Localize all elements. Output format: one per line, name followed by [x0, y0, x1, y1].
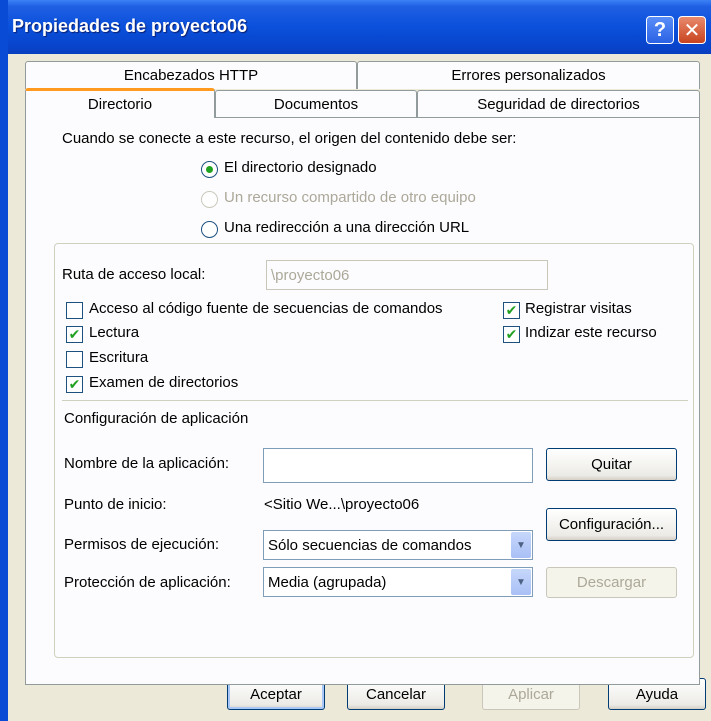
app-name-input[interactable] [263, 448, 533, 483]
app-protection-label: Protección de aplicación: [64, 574, 231, 591]
tab-label: Directorio [87, 96, 153, 113]
tab-documentos[interactable]: Documentos [215, 90, 417, 118]
checkbox-index-resource[interactable]: ✔ [503, 326, 520, 343]
exec-perms-select[interactable]: Sólo secuencias de comandos ▼ [263, 530, 533, 560]
radio-url-redirect[interactable] [201, 221, 218, 238]
configuration-button[interactable]: Configuración... [546, 508, 677, 541]
exec-perms-label: Permisos de ejecución: [64, 536, 220, 553]
exec-perms-value: Sólo secuencias de comandos [268, 536, 472, 554]
checkbox-read-label[interactable]: Lectura [89, 324, 139, 341]
directorio-panel: Cuando se conecte a este recurso, el ori… [25, 117, 700, 685]
unload-button: Descargar [546, 567, 677, 598]
tab-label: Encabezados HTTP [123, 67, 259, 84]
content-source-intro: Cuando se conecte a este recurso, el ori… [62, 130, 517, 147]
local-path-label: Ruta de acceso local: [62, 266, 206, 283]
remove-button[interactable]: Quitar [546, 448, 677, 481]
radio-remote-share [201, 191, 218, 208]
radio-remote-share-label: Un recurso compartido de otro equipo [224, 189, 476, 206]
checkbox-directory-browsing[interactable]: ✔ [66, 376, 83, 393]
start-point-value: <Sitio We...\proyecto06 [264, 496, 420, 513]
tab-directorio[interactable]: Directorio [25, 88, 215, 118]
app-config-heading: Configuración de aplicación [64, 410, 249, 427]
checkbox-directory-browsing-label[interactable]: Examen de directorios [89, 374, 238, 391]
radio-designated-directory-label[interactable]: El directorio designado [224, 159, 377, 176]
close-icon[interactable]: ✕ [678, 16, 706, 44]
app-protection-select[interactable]: Media (agrupada) ▼ [263, 567, 533, 597]
help-icon[interactable]: ? [646, 16, 674, 44]
app-protection-value: Media (agrupada) [268, 573, 387, 591]
checkbox-read[interactable]: ✔ [66, 326, 83, 343]
radio-url-redirect-label[interactable]: Una redirección a una dirección URL [224, 219, 469, 236]
checkbox-log-visits[interactable]: ✔ [503, 302, 520, 319]
window-title: Propiedades de proyecto06 [12, 16, 248, 36]
tab-label: Errores personalizados [451, 67, 606, 84]
checkbox-script-source-access[interactable] [66, 302, 83, 319]
tab-encabezados-http[interactable]: Encabezados HTTP [25, 61, 357, 89]
separator [62, 400, 688, 401]
checkbox-log-visits-label[interactable]: Registrar visitas [525, 300, 632, 317]
checkbox-write[interactable] [66, 351, 83, 368]
tab-label: Seguridad de directorios [477, 96, 640, 113]
radio-designated-directory[interactable] [201, 161, 218, 178]
tab-seguridad-directorios[interactable]: Seguridad de directorios [417, 90, 700, 118]
checkbox-index-resource-label[interactable]: Indizar este recurso [525, 324, 657, 341]
tab-errores-personalizados[interactable]: Errores personalizados [357, 61, 700, 89]
title-bar[interactable]: Propiedades de proyecto06 ? ✕ [8, 0, 711, 54]
checkbox-script-source-access-label[interactable]: Acceso al código fuente de secuencias de… [89, 300, 443, 317]
checkbox-write-label[interactable]: Escritura [89, 349, 148, 366]
tab-label: Documentos [273, 96, 359, 113]
chevron-down-icon[interactable]: ▼ [511, 569, 531, 595]
local-path-field: \proyecto06 [266, 260, 548, 290]
app-name-label: Nombre de la aplicación: [64, 455, 230, 472]
chevron-down-icon[interactable]: ▼ [511, 532, 531, 558]
start-point-label: Punto de inicio: [64, 496, 167, 513]
properties-dialog: Propiedades de proyecto06 ? ✕ Encabezado… [0, 0, 711, 721]
